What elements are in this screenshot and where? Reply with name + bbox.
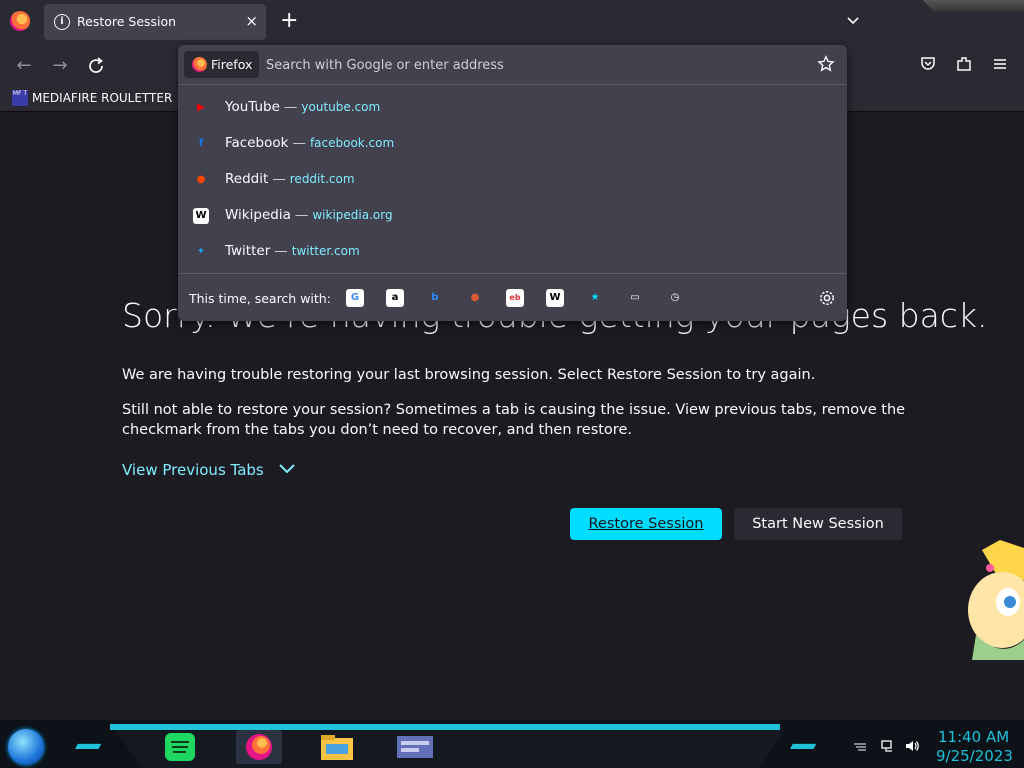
suggestion-separator: —: [272, 171, 286, 187]
list-all-tabs-icon[interactable]: [845, 12, 861, 28]
search-with-label: This time, search with:: [189, 291, 331, 306]
clock-date[interactable]: 9/25/2023: [936, 747, 1013, 765]
engine-divider: [179, 273, 846, 274]
file-explorer-app-icon[interactable]: [314, 730, 360, 764]
tab-close-icon[interactable]: ×: [245, 12, 258, 30]
bookmarks-star-icon[interactable]: ★: [586, 289, 604, 307]
pocket-icon[interactable]: [919, 55, 937, 73]
suggestion-row[interactable]: ▶ YouTube — youtube.com: [180, 90, 845, 126]
show-hidden-icons-icon[interactable]: [852, 738, 868, 754]
firefox-app-icon[interactable]: [236, 730, 282, 764]
info-icon: i: [54, 14, 70, 30]
suggestion-url: wikipedia.org: [312, 208, 393, 222]
bing-icon[interactable]: b: [426, 289, 444, 307]
address-bar-input[interactable]: [266, 55, 796, 75]
spotify-app-icon[interactable]: [158, 730, 204, 764]
taskbar-decoration-left: ▰▰▰: [75, 738, 101, 754]
suggestion-row[interactable]: f Facebook — facebook.com: [180, 126, 845, 162]
clock-time[interactable]: 11:40 AM: [938, 728, 1009, 746]
menu-icon[interactable]: [991, 55, 1009, 73]
suggestion-name: Facebook: [225, 135, 289, 151]
suggestion-row[interactable]: W Wikipedia — wikipedia.org: [180, 198, 845, 234]
wikipedia-icon: W: [193, 208, 209, 224]
start-new-session-button[interactable]: Start New Session: [734, 508, 902, 540]
back-icon[interactable]: ←: [12, 54, 36, 78]
suggestion-url: reddit.com: [289, 172, 355, 186]
duckduckgo-icon[interactable]: ●: [466, 289, 484, 307]
suggestion-name: Twitter: [225, 243, 271, 259]
search-settings-gear-icon[interactable]: [818, 289, 836, 307]
control-panel-app-icon[interactable]: [392, 730, 438, 764]
view-previous-tabs-link[interactable]: View Previous Tabs: [122, 461, 264, 479]
taskbar-decoration-right: ▰▰▰: [790, 738, 816, 754]
search-mode-indicator[interactable]: Firefox: [184, 51, 259, 78]
tab-title: Restore Session: [77, 14, 177, 29]
new-tab-button[interactable]: +: [280, 9, 298, 33]
suggestion-separator: —: [274, 243, 288, 259]
mediafire-bookmark-icon[interactable]: MF T: [12, 90, 28, 106]
extensions-icon[interactable]: [955, 55, 973, 73]
restore-help-text: Still not able to restore your session? …: [122, 402, 906, 438]
taskbar-dock: [115, 730, 785, 768]
volume-icon[interactable]: [904, 738, 920, 754]
suggestion-separator: —: [294, 207, 309, 223]
tab-restore-session[interactable]: i Restore Session ×: [44, 4, 266, 40]
start-button[interactable]: [8, 729, 44, 765]
reload-icon[interactable]: [86, 56, 106, 76]
google-icon[interactable]: G: [346, 289, 364, 307]
ebay-icon[interactable]: eb: [506, 289, 524, 307]
amazon-icon[interactable]: a: [386, 289, 404, 307]
tabs-icon[interactable]: ▭: [626, 289, 644, 307]
suggestion-url: twitter.com: [291, 244, 360, 258]
reddit-icon: ●: [196, 174, 206, 185]
firefox-icon: [192, 57, 207, 72]
taskbar-accent-strip: [110, 724, 780, 730]
suggestion-name: Wikipedia: [225, 207, 291, 223]
bookmark-star-icon[interactable]: [817, 55, 835, 73]
forward-icon[interactable]: →: [48, 54, 72, 78]
suggestion-row[interactable]: ● Reddit — reddit.com: [180, 162, 845, 198]
youtube-icon: ▶: [197, 102, 205, 113]
history-icon[interactable]: ◷: [666, 289, 684, 307]
suggestion-url: youtube.com: [301, 100, 381, 114]
network-icon[interactable]: [880, 738, 896, 754]
suggestion-row[interactable]: ✦ Twitter — twitter.com: [180, 234, 845, 270]
restore-session-button[interactable]: Restore Session: [570, 508, 722, 540]
twitter-icon: ✦: [196, 246, 206, 257]
suggestion-name: Reddit: [225, 171, 269, 187]
panel-divider: [179, 84, 846, 85]
cartoon-character-sticker: [968, 540, 1024, 660]
suggestion-separator: —: [283, 99, 298, 115]
suggestion-separator: —: [292, 135, 306, 151]
restore-description: We are having trouble restoring your las…: [122, 367, 816, 383]
suggestion-name: YouTube: [225, 99, 280, 115]
firefox-logo-icon[interactable]: [10, 11, 30, 31]
suggestion-url: facebook.com: [309, 136, 395, 150]
chevron-down-icon[interactable]: [278, 462, 296, 476]
facebook-icon: f: [198, 138, 204, 149]
search-mode-label: Firefox: [211, 57, 253, 72]
wikipedia-engine-icon[interactable]: W: [546, 289, 564, 307]
window-decoration: [922, 0, 1024, 12]
bookmark-mediafire-rouletter[interactable]: MEDIAFIRE ROULETTER: [32, 91, 172, 105]
